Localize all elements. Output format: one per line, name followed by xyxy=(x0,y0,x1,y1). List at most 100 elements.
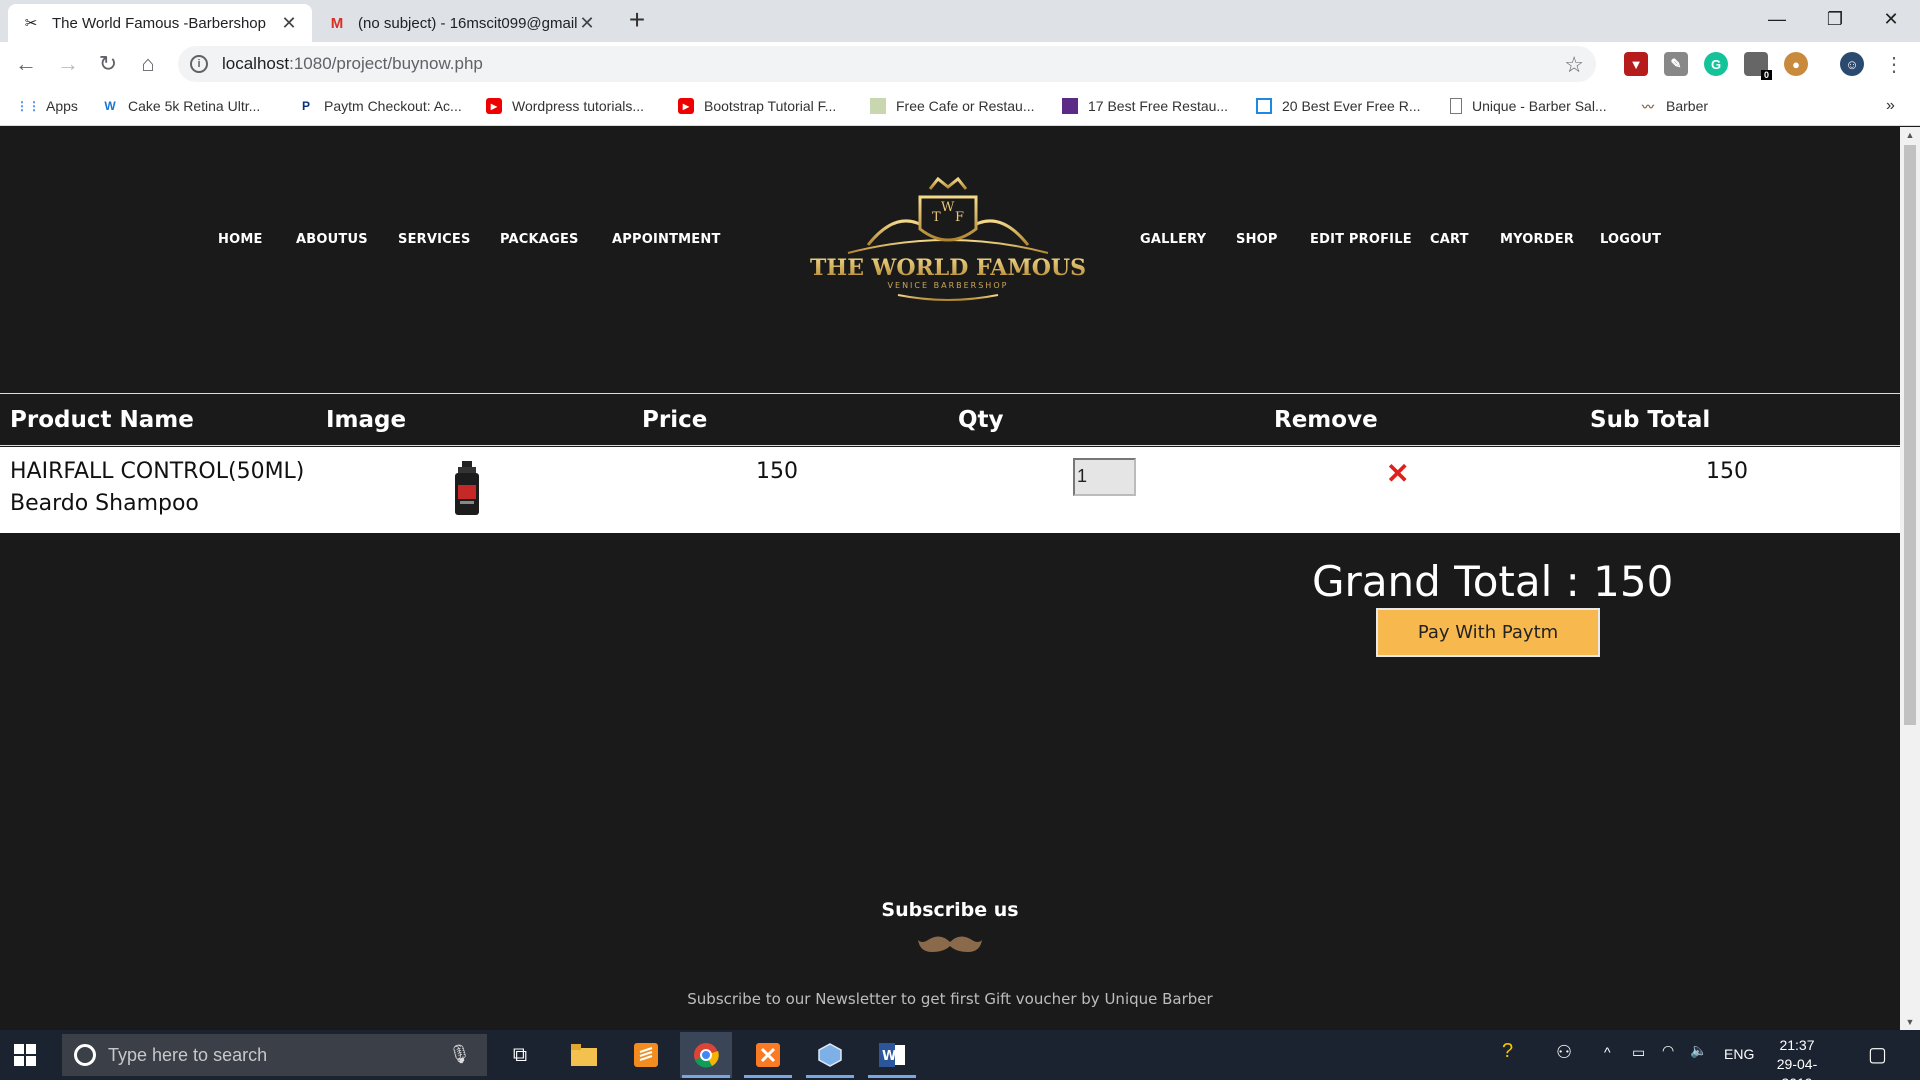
file-explorer-icon[interactable] xyxy=(558,1032,610,1078)
scroll-up-arrow-icon[interactable]: ▲ xyxy=(1900,127,1920,143)
product-name-line2: Beardo Shampoo xyxy=(10,491,199,516)
page-icon xyxy=(1450,98,1462,114)
help-icon[interactable]: ? xyxy=(1502,1040,1513,1063)
new-tab-button[interactable]: + xyxy=(622,6,652,36)
nav-gallery[interactable]: GALLERY xyxy=(1140,232,1206,247)
url-path: :1080/project/buynow.php xyxy=(289,54,483,73)
volume-icon[interactable]: 🔈 xyxy=(1690,1042,1707,1059)
people-icon[interactable]: ⚇ xyxy=(1556,1042,1572,1063)
svg-text:F: F xyxy=(955,210,964,225)
nav-appointment[interactable]: APPOINTMENT xyxy=(612,232,721,247)
w-logo-icon: W xyxy=(104,99,116,113)
bookmark-star-icon[interactable]: ☆ xyxy=(1564,52,1584,78)
menu-kebab-icon[interactable]: ⋮ xyxy=(1878,48,1910,80)
bookmark-17-best[interactable]: 17 Best Free Restau... xyxy=(1062,95,1228,117)
youtube-icon: ▶ xyxy=(486,98,502,114)
nav-shop[interactable]: SHOP xyxy=(1236,232,1278,247)
nav-cart[interactable]: CART xyxy=(1430,232,1469,247)
header-qty: Qty xyxy=(958,407,1004,433)
bookmark-label: Cake 5k Retina Ultr... xyxy=(128,98,261,114)
chrome-icon[interactable] xyxy=(680,1032,732,1078)
bookmark-label: 20 Best Ever Free R... xyxy=(1282,98,1421,114)
back-button[interactable]: ← xyxy=(10,48,42,80)
scissors-icon: ✂ xyxy=(24,15,38,32)
table-row: HAIRFALL CONTROL(50ML) Beardo Shampoo 15… xyxy=(0,447,1900,533)
bookmark-20-best[interactable]: 20 Best Ever Free R... xyxy=(1256,95,1421,117)
microphone-icon[interactable]: 🎙 xyxy=(448,1044,471,1065)
tab-barbershop[interactable]: ✂ The World Famous -Barbershop ✕ xyxy=(8,4,312,42)
bookmark-bootstrap[interactable]: ▶ Bootstrap Tutorial F... xyxy=(678,95,836,117)
svg-text:W: W xyxy=(941,200,955,215)
language-indicator[interactable]: ENG xyxy=(1724,1046,1754,1062)
close-tab-icon[interactable]: ✕ xyxy=(280,13,298,34)
tab-title: (no subject) - 16mscit099@gmail xyxy=(358,14,578,32)
bookmark-label: Paytm Checkout: Ac... xyxy=(324,98,462,114)
bookmark-wordpress[interactable]: ▶ Wordpress tutorials... xyxy=(486,95,644,117)
mustache-icon xyxy=(918,936,982,952)
quantity-input[interactable]: 1 xyxy=(1073,458,1136,496)
cortana-icon xyxy=(74,1044,96,1066)
cart-table-header: Product Name Image Price Qty Remove Sub … xyxy=(0,393,1900,446)
bookmark-label: Barber xyxy=(1666,98,1709,114)
nav-home[interactable]: HOME xyxy=(218,232,263,247)
sublime-text-icon[interactable] xyxy=(620,1032,672,1078)
scroll-down-arrow-icon[interactable]: ▼ xyxy=(1900,1014,1920,1030)
product-image xyxy=(455,461,479,515)
taskbar-search-box[interactable]: Type here to search 🎙 xyxy=(62,1034,487,1076)
info-icon[interactable]: i xyxy=(190,55,208,73)
nav-myorder[interactable]: MYORDER xyxy=(1500,232,1574,247)
wifi-icon[interactable]: ◠ xyxy=(1662,1042,1674,1059)
bookmark-label: 17 Best Free Restau... xyxy=(1088,98,1229,114)
word-icon[interactable]: W xyxy=(866,1032,918,1078)
bookmarks-overflow-icon[interactable]: » xyxy=(1886,95,1895,117)
bookmark-paytm[interactable]: P Paytm Checkout: Ac... xyxy=(298,95,462,117)
header-image: Image xyxy=(326,407,407,433)
browser-toolbar: ← → ↻ ⌂ i localhost:1080/project/buynow.… xyxy=(0,42,1920,86)
close-tab-icon[interactable]: ✕ xyxy=(578,13,596,34)
taskbar-clock[interactable]: 21:37 29-04-2019 xyxy=(1764,1036,1830,1080)
nav-packages[interactable]: PACKAGES xyxy=(500,232,579,247)
eyedropper-extension-icon[interactable]: ✎ xyxy=(1664,52,1688,76)
grammarly-icon[interactable]: G xyxy=(1704,52,1728,76)
reload-button[interactable]: ↻ xyxy=(92,48,124,80)
bookmark-barber[interactable]: 〰 Barber xyxy=(1640,95,1708,117)
bookmark-apps[interactable]: ⋮⋮ Apps xyxy=(16,95,78,117)
nav-edit-profile[interactable]: EDIT PROFILE xyxy=(1310,232,1412,247)
xampp-icon[interactable] xyxy=(742,1032,794,1078)
youtube-icon: ▶ xyxy=(678,98,694,114)
mustache-icon: 〰 xyxy=(1641,99,1654,114)
restore-button[interactable]: ❐ xyxy=(1806,0,1864,38)
profile-avatar[interactable]: ☺ xyxy=(1840,52,1864,76)
clock-time: 21:37 xyxy=(1779,1037,1815,1053)
bookmark-free-cafe[interactable]: Free Cafe or Restau... xyxy=(870,95,1035,117)
notifications-icon[interactable]: ▢ xyxy=(1868,1042,1887,1067)
close-window-button[interactable]: ✕ xyxy=(1862,0,1920,38)
extension-badge-icon[interactable]: 0 xyxy=(1744,52,1772,80)
nav-aboutus[interactable]: ABOUTUS xyxy=(296,232,368,247)
bookmark-unique-barber[interactable]: Unique - Barber Sal... xyxy=(1450,95,1607,117)
minimize-button[interactable]: — xyxy=(1748,0,1806,38)
barbershop-logo[interactable]: T W F THE WORLD FAMOUS VENICE BARBERSHOP xyxy=(808,167,1088,307)
browser-tab-strip: ✂ The World Famous -Barbershop ✕ M (no s… xyxy=(0,0,1920,42)
svg-text:THE WORLD FAMOUS: THE WORLD FAMOUS xyxy=(810,255,1086,281)
nav-logout[interactable]: LOGOUT xyxy=(1600,232,1661,247)
tab-gmail[interactable]: M (no subject) - 16mscit099@gmail ✕ xyxy=(314,4,610,42)
colorlib-icon xyxy=(1062,98,1078,114)
chevron-up-icon[interactable]: ^ xyxy=(1604,1044,1611,1060)
address-bar[interactable]: i localhost:1080/project/buynow.php ☆ xyxy=(178,46,1596,82)
shield-extension-icon[interactable]: ▼ xyxy=(1624,52,1648,76)
scrollbar-thumb[interactable] xyxy=(1904,145,1916,725)
remove-item-icon[interactable]: ✕ xyxy=(1386,457,1409,490)
home-button[interactable]: ⌂ xyxy=(132,48,164,80)
nav-services[interactable]: SERVICES xyxy=(398,232,471,247)
forward-button[interactable]: → xyxy=(52,48,84,80)
bookmark-cake[interactable]: W Cake 5k Retina Ultr... xyxy=(102,95,260,117)
header-remove: Remove xyxy=(1274,407,1378,433)
page-scrollbar[interactable]: ▲ ▼ xyxy=(1900,127,1920,1030)
task-view-icon[interactable]: ⧉ xyxy=(494,1032,546,1078)
windows-start-icon[interactable] xyxy=(14,1044,36,1066)
cookie-icon[interactable]: ● xyxy=(1784,52,1808,76)
pay-with-paytm-button[interactable]: Pay With Paytm xyxy=(1376,608,1600,657)
battery-icon[interactable]: ▭ xyxy=(1632,1044,1645,1061)
virtualbox-icon[interactable] xyxy=(804,1032,856,1078)
